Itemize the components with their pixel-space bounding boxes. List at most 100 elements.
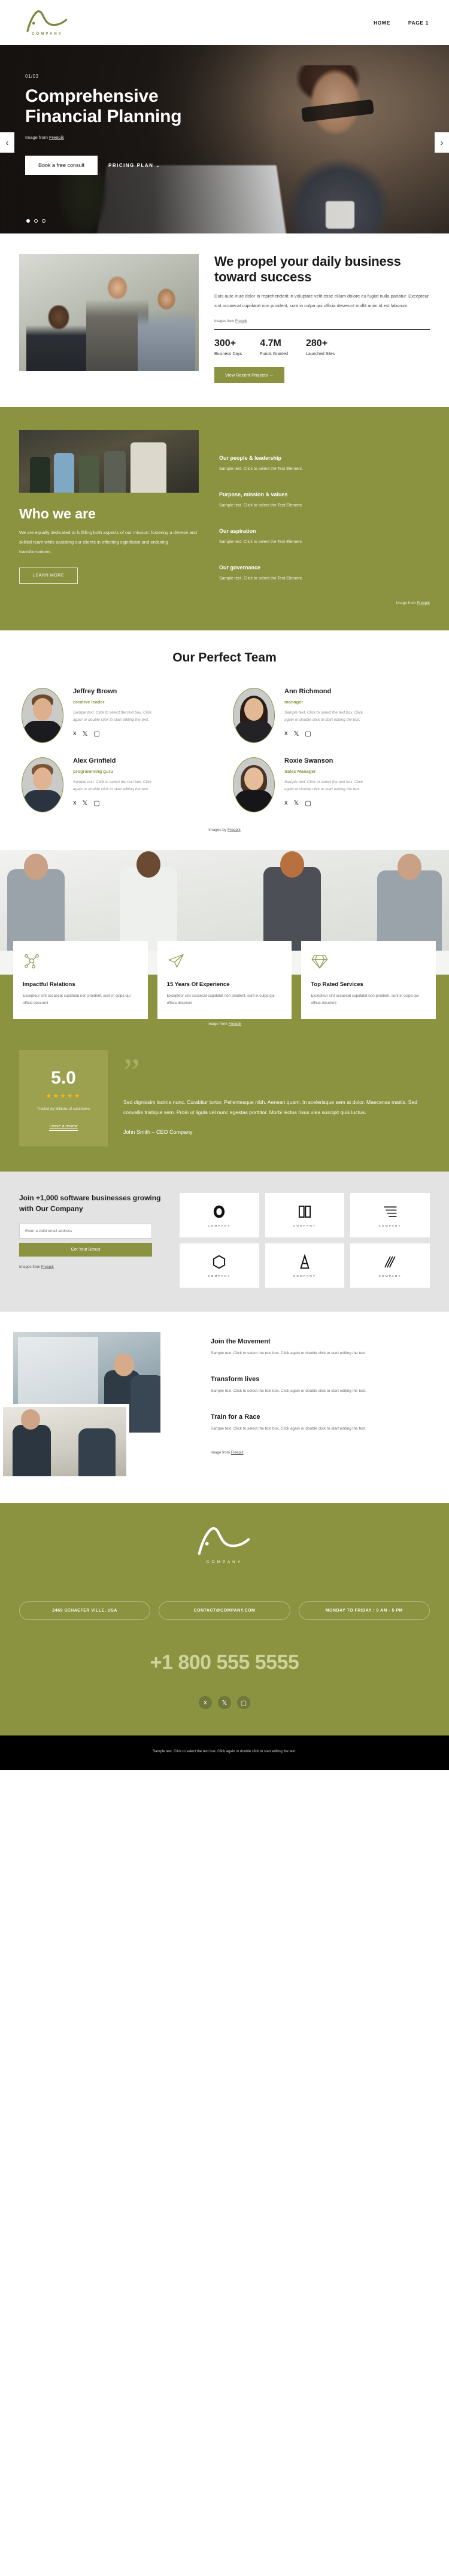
who-item-aspiration: Our aspiration Sample text. Click to sel… [219,528,430,544]
hero-dot-1[interactable] [26,219,30,223]
learn-more-button[interactable]: LEARN MORE [19,567,78,584]
who-item-text: Sample text. Click to select the Text El… [219,577,303,581]
stat-business-days: 300+ Business Days [214,338,242,356]
movement-item-train: Train for a Race Sample text. Click to s… [211,1413,431,1433]
email-input[interactable] [19,1223,152,1239]
features-cards: Impactful Relations Excepteur sint occae… [13,941,436,1020]
get-bonus-button[interactable]: Get Your Bonus [19,1242,152,1257]
instagram-icon[interactable]: ▢ [93,799,99,807]
partner-logo-label: COMPANY [208,1224,231,1227]
team-credit-link[interactable]: Freepik [227,828,241,832]
team-member-card: Alex Grinfield programming guru Sample t… [13,753,224,817]
movement-images [0,1332,198,1482]
instagram-icon[interactable]: ▢ [305,730,311,738]
facebook-icon[interactable]: x [73,799,77,807]
hero-next-arrow[interactable]: › [435,132,449,153]
team-member-card: Ann Richmond manager Sample text. Click … [224,683,436,748]
nav-item-home[interactable]: HOME [374,20,390,26]
movement-credit-prefix: Image from [211,1451,231,1455]
who-item-people-leadership: Our people & leadership Sample text. Cli… [219,455,430,471]
movement-credit-link[interactable]: Freepik [231,1451,244,1455]
who-image-credit: Image from Freepik [219,601,430,605]
quote-author: John Smith – CEO Company [123,1128,193,1135]
pricing-plan-button[interactable]: PRICING PLAN ⌄ [108,163,160,168]
feature-description: Excepteur sint occaecat cupidatat non pr… [166,994,275,1006]
x-icon[interactable]: 𝕏 [294,730,299,738]
movement-section: Join the Movement Sample text. Click to … [0,1312,449,1503]
movement-description: Sample text. Click to select the text bo… [211,1426,366,1431]
stat-number: 280+ [306,338,328,349]
partner-logo-3[interactable]: COMPANY [350,1193,430,1238]
partner-logo-2[interactable]: COMPANY [265,1193,345,1238]
footer-phone[interactable]: +1 800 555 5555 [19,1651,430,1674]
x-icon[interactable]: 𝕏 [83,799,88,807]
features-image-credit: Image from Freepik [0,1022,449,1026]
site-header: COMPANY HOME PAGE 1 [0,0,449,45]
facebook-icon[interactable]: x [73,730,77,738]
x-icon[interactable]: 𝕏 [83,730,88,738]
footer-logo-wordmark: COMPANY [206,1560,243,1565]
avatar [233,757,275,813]
facebook-icon[interactable]: x [284,799,288,807]
hero-dot-2[interactable] [34,219,38,223]
book-consult-button[interactable]: Book a free consult [25,156,98,175]
feature-title: Top Rated Services [311,981,363,988]
facebook-icon[interactable]: x [199,1696,212,1710]
footer-pill-hours[interactable]: MONDAY TO FRIDAY : 9 AM - 5 PM [298,1601,430,1621]
hero-actions: Book a free consult PRICING PLAN ⌄ [25,156,449,175]
diamond-icon [311,955,328,969]
hero-dots [26,219,45,223]
who-item-text: Sample text. Click to select the Text El… [219,540,303,545]
facebook-icon[interactable]: x [284,730,288,738]
newsletter-heading: Join +1,000 software businesses growing … [19,1194,161,1213]
propel-divider [214,329,430,330]
nav-item-page-1[interactable]: PAGE 1 [408,20,429,26]
instagram-icon[interactable]: ▢ [93,730,99,738]
member-social-links: x 𝕏 ▢ [284,730,363,738]
newsletter-section: Join +1,000 software businesses growing … [0,1172,449,1312]
who-item-text: Sample text. Click to select the Text El… [219,467,303,472]
partner-logo-6[interactable]: COMPANY [350,1243,430,1288]
leave-review-link[interactable]: Leave a review [49,1124,78,1131]
partner-logo-4[interactable]: COMPANY [180,1243,259,1288]
member-name: Alex Grinfield [73,757,116,765]
who-paragraph: We are equally dedicated to fulfilling b… [19,530,198,555]
view-recent-projects-button[interactable]: View Recent Projects → [214,367,284,384]
x-icon[interactable]: 𝕏 [218,1696,231,1710]
testimonial-section: 5.0 ★★★★★ Trusted by Millions of custome… [0,1030,449,1172]
propel-credit-link[interactable]: Freepik [235,320,247,323]
newsletter-credit-link[interactable]: Freepik [41,1265,54,1269]
who-we-are-section: Who we are We are equally dedicated to f… [0,407,449,631]
instagram-icon[interactable]: ▢ [237,1696,250,1710]
hexagon-logo-icon [213,1255,226,1269]
member-social-links: x 𝕏 ▢ [284,799,363,807]
footer-contact-pills: 2469 SCHAEFER VILLE, USA CONTACT@COMPANY… [19,1601,430,1621]
hero-dot-3[interactable] [42,219,45,223]
hero-credit-link[interactable]: Freepik [49,135,64,140]
feature-description: Excepteur sint occaecat cupidatat non pr… [23,994,131,1006]
member-social-links: x 𝕏 ▢ [73,799,152,807]
member-description: Sample text. Click to select the text bo… [73,711,152,723]
member-role: manager [284,699,304,705]
partner-logo-5[interactable]: COMPANY [265,1243,345,1288]
partner-logo-label: COMPANY [208,1274,231,1278]
partner-logo-1[interactable]: COMPANY [180,1193,259,1238]
hero-prev-arrow[interactable]: ‹ [0,132,14,153]
movement-title: Train for a Race [211,1413,260,1421]
who-credit-link[interactable]: Freepik [417,601,430,605]
x-icon[interactable]: 𝕏 [294,799,299,807]
hero-slide-counter: 01/03 [25,74,39,79]
company-logo-icon [26,10,68,32]
who-item-title: Our governance [219,565,261,571]
hero-title: Comprehensive Financial Planning [25,86,449,126]
partner-logo-grid: COMPANY COMPANY COMPANY COMPANY COMPANY … [180,1193,430,1288]
footer-pill-address[interactable]: 2469 SCHAEFER VILLE, USA [19,1601,151,1621]
member-role: programming guru [73,769,114,775]
site-logo[interactable]: COMPANY [20,10,74,36]
who-item-title: Our aspiration [219,528,256,535]
footer-social-links: x 𝕏 ▢ [19,1696,430,1710]
footer-pill-email[interactable]: CONTACT@COMPANY.COM [159,1601,290,1621]
instagram-icon[interactable]: ▢ [305,799,311,807]
features-credit-link[interactable]: Freepik [229,1022,242,1026]
member-role: Sales Manager [284,769,316,775]
